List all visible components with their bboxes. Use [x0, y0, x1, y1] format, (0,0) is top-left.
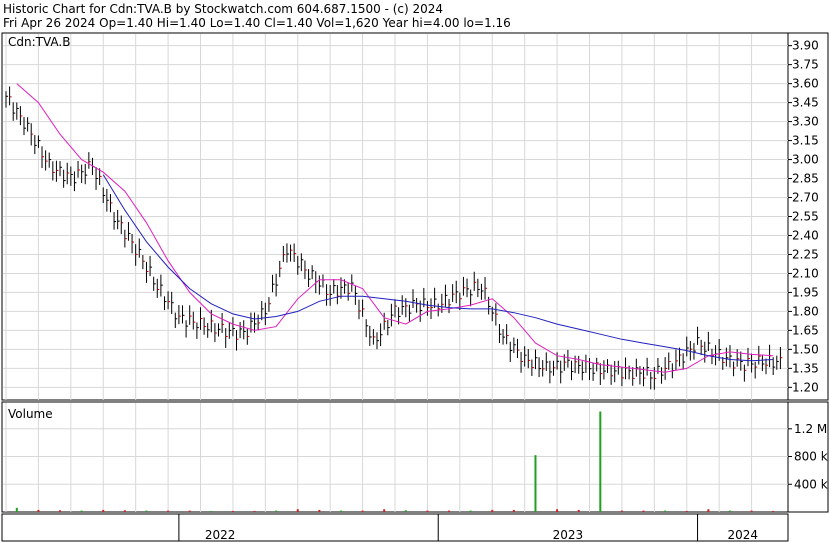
volume-panel: 1.2 M 800 k 400 k Volume: [1, 401, 829, 513]
price-tick-label: 3.90: [792, 39, 819, 53]
volume-panel-title: Volume: [8, 407, 53, 421]
price-tick-label: 3.00: [792, 153, 819, 167]
x-axis-frame: [1, 513, 789, 542]
price-tick-label: 1.95: [792, 285, 819, 299]
volume-tick-label: 800 k: [794, 450, 828, 464]
price-tick-label: 1.35: [792, 361, 819, 375]
price-tick-label: 2.10: [792, 266, 819, 280]
price-tick-label: 3.15: [792, 134, 819, 148]
x-axis: 2022 2023 2024: [1, 513, 789, 542]
price-tick-label: 3.60: [792, 77, 819, 91]
stock-chart: 3.90 3.75 3.60 3.45 3.30 3.15 3.00 2.85 2.70 2.55…: [1, 32, 829, 542]
price-panel: 3.90 3.75 3.60 3.45 3.30 3.15 3.00 2.85 2.70 2.55…: [1, 32, 829, 401]
price-tick-label: 3.45: [792, 96, 819, 110]
x-axis-year-label: 2022: [205, 528, 236, 542]
price-tick-label: 2.70: [792, 191, 819, 205]
price-tick-label: 1.50: [792, 342, 819, 356]
price-tick-label: 2.25: [792, 247, 819, 261]
x-axis-year-label: 2023: [553, 528, 584, 542]
price-tick-label: 1.65: [792, 323, 819, 337]
volume-tick-label: 1.2 M: [794, 422, 827, 436]
price-tick-label: 2.55: [792, 210, 819, 224]
price-tick-label: 3.30: [792, 115, 819, 129]
price-tick-label: 3.75: [792, 58, 819, 72]
price-tick-label: 1.80: [792, 304, 819, 318]
x-axis-year-label: 2024: [728, 528, 759, 542]
price-tick-label: 2.85: [792, 172, 819, 186]
price-tick-label: 1.20: [792, 380, 819, 394]
volume-tick-label: 400 k: [794, 477, 828, 491]
price-panel-title: Cdn:TVA.B: [8, 35, 70, 49]
price-tick-label: 2.40: [792, 228, 819, 242]
